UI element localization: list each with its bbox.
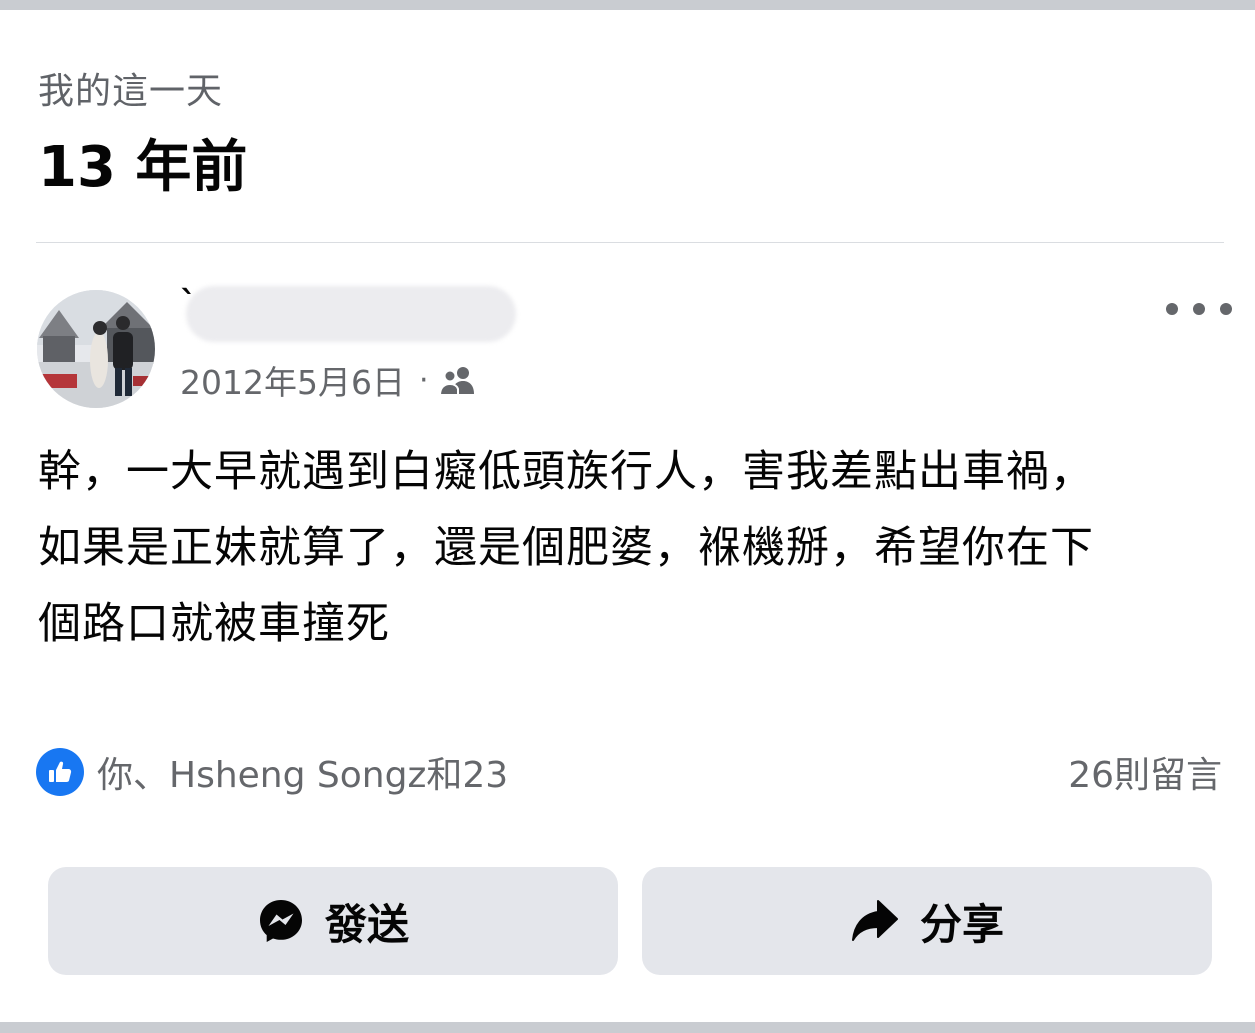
author-avatar[interactable] — [37, 290, 155, 408]
header-divider — [36, 242, 1224, 243]
share-button-label: 分享 — [919, 899, 1004, 949]
post-body: 幹，一大早就遇到白癡低頭族行人，害我差點出車禍， 如果是正妹就算了，還是個肥婆，… — [38, 434, 1218, 662]
friends-icon[interactable] — [438, 364, 475, 396]
more-dot — [1193, 303, 1205, 315]
top-separator-band — [0, 0, 1255, 10]
send-button[interactable]: 發送 — [48, 867, 618, 975]
post-date-link[interactable]: 2012年5月6日 — [180, 356, 405, 404]
more-horizontal-icon — [1166, 303, 1178, 315]
send-button-label: 發送 — [324, 899, 409, 949]
bottom-separator-band — [0, 1022, 1255, 1033]
more-options-button[interactable] — [1166, 292, 1232, 326]
post-text-line: 幹，一大早就遇到白癡低頭族行人，害我差點出車禍， — [38, 447, 1094, 497]
reaction-names: 你、Hsheng Songz和23 — [97, 755, 509, 796]
more-dot — [1220, 303, 1232, 315]
like-icon — [36, 748, 84, 796]
memory-section-label: 我的這一天 — [38, 71, 224, 112]
years-ago-heading: 13 年前 — [38, 135, 248, 200]
post-text-line: 如果是正妹就算了，還是個肥婆，褓機掰，希望你在下 — [38, 523, 1094, 573]
messenger-icon — [259, 900, 302, 942]
author-name-redaction — [186, 286, 516, 342]
comment-count-link[interactable]: 26則留言 — [1068, 746, 1222, 798]
post-text-line: 個路口就被車撞死 — [38, 599, 390, 649]
avatar-photo — [37, 290, 155, 408]
reactions-summary[interactable]: 你、Hsheng Songz和23 — [36, 746, 508, 798]
post-meta-row: 2012年5月6日 · — [180, 356, 475, 404]
share-button[interactable]: 分享 — [642, 867, 1212, 975]
meta-separator: · — [418, 362, 429, 398]
share-arrow-icon — [851, 900, 898, 941]
